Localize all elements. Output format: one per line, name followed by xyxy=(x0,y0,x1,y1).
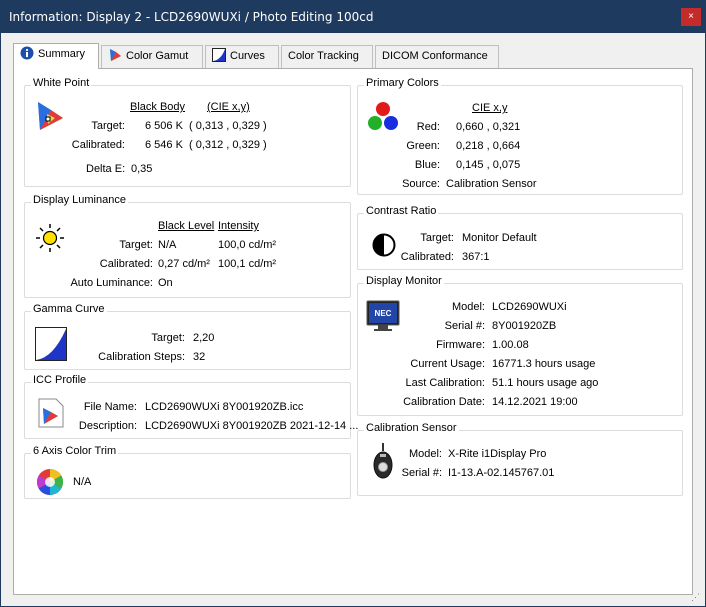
icc-desc-label: Description: xyxy=(78,420,137,432)
wp-calibrated-temp: 6 546 K xyxy=(145,139,183,151)
tab-dicom-label: DICOM Conformance xyxy=(382,50,488,62)
red-value: 0,660 , 0,321 xyxy=(456,121,521,133)
monitor-model-value: LCD2690WUXi xyxy=(492,301,567,313)
icc-file-value: LCD2690WUXi 8Y001920ZB.icc xyxy=(145,401,304,413)
delta-e-label: Delta E: xyxy=(86,163,126,175)
color-wheel-icon xyxy=(36,468,64,496)
lum-calibrated-intensity: 100,1 cd/m² xyxy=(218,258,277,270)
delta-e-value: 0,35 xyxy=(131,163,153,175)
lum-calibrated-black: 0,27 cd/m² xyxy=(158,258,210,270)
tab-summary-label: Summary xyxy=(38,48,86,60)
tab-color-tracking-label: Color Tracking xyxy=(288,50,359,62)
curves-icon xyxy=(212,48,226,62)
contrast-target-value: Monitor Default xyxy=(462,232,537,244)
info-icon xyxy=(20,46,34,60)
icc-title: ICC Profile xyxy=(31,374,89,386)
contrast-title: Contrast Ratio xyxy=(364,205,439,217)
gamma-group: Gamma Curve Target: 2,20 Calibration Ste… xyxy=(24,303,351,370)
sensor-model-label: Model: xyxy=(408,448,442,460)
luminance-group: Display Luminance Black Level Intensity … xyxy=(24,194,351,298)
auto-luminance-label: Auto Luminance: xyxy=(70,277,153,289)
lum-calibrated-label: Calibrated: xyxy=(99,258,153,270)
current-usage-value: 16771.3 hours usage xyxy=(492,358,596,370)
lum-target-black: N/A xyxy=(158,239,177,251)
wp-target-temp: 6 506 K xyxy=(145,120,183,132)
calibration-steps-label: Calibration Steps: xyxy=(98,351,185,363)
col-primaries-cie: CIE x,y xyxy=(472,102,508,114)
last-calibration-label: Last Calibration: xyxy=(405,377,486,389)
title-bar[interactable]: Information: Display 2 - LCD2690WUXi / P… xyxy=(1,1,705,33)
col-black-level: Black Level xyxy=(158,220,215,232)
summary-panel: White Point Black Body (CIE x,y) Target:… xyxy=(13,68,693,595)
col-black-body: Black Body xyxy=(130,101,186,113)
close-button[interactable]: × xyxy=(681,8,701,26)
green-value: 0,218 , 0,664 xyxy=(456,140,521,152)
sensor-model-value: X-Rite i1Display Pro xyxy=(448,448,547,460)
lum-target-label: Target: xyxy=(119,239,153,251)
tab-dicom-conformance[interactable]: DICOM Conformance xyxy=(375,45,499,68)
sensor-title: Calibration Sensor xyxy=(364,422,459,434)
monitor-model-label: Model: xyxy=(451,301,485,313)
monitor-serial-label: Serial #: xyxy=(444,320,485,332)
calibration-date-value: 14.12.2021 19:00 xyxy=(492,396,578,408)
tab-color-tracking[interactable]: Color Tracking xyxy=(281,45,373,68)
primary-colors-title: Primary Colors xyxy=(364,77,441,89)
resize-grip-icon[interactable]: ⋰ xyxy=(691,592,701,602)
contrast-calibrated-label: Calibrated: xyxy=(400,251,454,263)
current-usage-label: Current Usage: xyxy=(410,358,485,370)
col-intensity: Intensity xyxy=(218,220,259,232)
gamma-target-value: 2,20 xyxy=(193,332,215,344)
sensor-serial-label: Serial #: xyxy=(401,467,442,479)
tab-summary[interactable]: Summary xyxy=(13,43,99,69)
calibration-sensor-group: Calibration Sensor Model: X-Rite i1Displ… xyxy=(357,422,683,496)
window-title: Information: Display 2 - LCD2690WUXi / P… xyxy=(9,10,374,24)
wp-target-label: Target: xyxy=(91,120,125,132)
sensor-serial-value: I1-13.A-02.145767.01 xyxy=(448,467,555,479)
gamma-title: Gamma Curve xyxy=(31,303,107,315)
color-trim-title: 6 Axis Color Trim xyxy=(31,445,119,457)
auto-luminance-value: On xyxy=(158,277,173,289)
icc-desc-value: LCD2690WUXi 8Y001920ZB 2021-12-14 ... xyxy=(145,420,359,432)
white-point-group: White Point Black Body (CIE x,y) Target:… xyxy=(24,77,351,187)
icc-file-label: File Name: xyxy=(83,401,137,413)
white-point-title: White Point xyxy=(31,77,92,89)
gamma-target-label: Target: xyxy=(151,332,185,344)
firmware-value: 1.00.08 xyxy=(492,339,529,351)
contrast-group: Contrast Ratio Target: Monitor Default C… xyxy=(357,205,683,270)
firmware-label: Firmware: xyxy=(436,339,485,351)
display-monitor-title: Display Monitor xyxy=(364,275,444,287)
blue-value: 0,145 , 0,075 xyxy=(456,159,521,171)
primary-colors-group: Primary Colors CIE x,y Red: 0,660 , 0,32… xyxy=(357,77,683,195)
color-gamut-icon xyxy=(110,49,121,61)
red-label: Red: xyxy=(416,121,440,133)
luminance-title: Display Luminance xyxy=(31,194,128,206)
contrast-calibrated-value: 367:1 xyxy=(462,251,490,263)
icc-profile-group: ICC Profile File Name: LCD2690WUXi 8Y001… xyxy=(24,374,358,439)
source-value: Calibration Sensor xyxy=(446,178,537,190)
info-window: Information: Display 2 - LCD2690WUXi / P… xyxy=(0,0,706,607)
wp-calibrated-label: Calibrated: xyxy=(71,139,125,151)
green-label: Green: xyxy=(406,140,440,152)
wp-calibrated-cie: ( 0,312 , 0,329 ) xyxy=(189,139,267,151)
display-monitor-group: Display Monitor NEC Model: LCD2690WUXi S… xyxy=(357,275,683,416)
color-trim-group: 6 Axis Color Trim N/A xyxy=(24,445,351,499)
lum-target-intensity: 100,0 cd/m² xyxy=(218,239,277,251)
tab-curves-label: Curves xyxy=(230,50,265,62)
color-trim-value: N/A xyxy=(73,476,92,488)
source-label: Source: xyxy=(402,178,440,190)
monitor-serial-value: 8Y001920ZB xyxy=(492,320,557,332)
tab-color-gamut[interactable]: Color Gamut xyxy=(101,45,203,68)
tab-color-gamut-label: Color Gamut xyxy=(126,50,189,62)
contrast-target-label: Target: xyxy=(420,232,454,244)
calibration-steps-value: 32 xyxy=(193,351,206,363)
tab-curves[interactable]: Curves xyxy=(205,45,279,68)
calibration-date-label: Calibration Date: xyxy=(403,396,485,408)
blue-label: Blue: xyxy=(414,159,440,171)
wp-target-cie: ( 0,313 , 0,329 ) xyxy=(189,120,267,132)
col-cie-xy: (CIE x,y) xyxy=(207,101,250,113)
last-calibration-value: 51.1 hours usage ago xyxy=(492,377,599,389)
